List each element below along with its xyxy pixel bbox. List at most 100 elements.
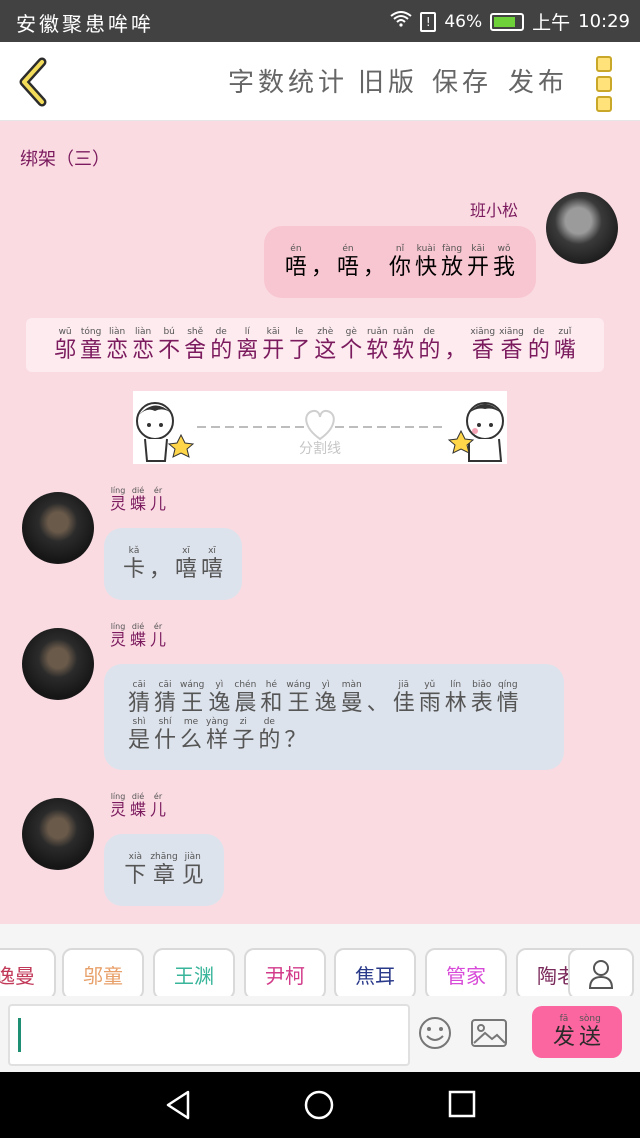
role-chip[interactable]: 尹柯 — [244, 948, 326, 1000]
chapter-title: 绑架（三） — [20, 149, 110, 170]
ruby-char: de 的 — [210, 326, 233, 363]
ruby-char: le 了 — [288, 326, 311, 363]
ruby-char: líng 灵 — [110, 622, 127, 649]
ruby-char: biǎo 表 — [470, 680, 493, 716]
battery-icon — [490, 12, 525, 31]
avatar[interactable] — [546, 192, 618, 264]
ruby-char: shí 什 — [154, 717, 177, 753]
message-input[interactable] — [8, 1004, 410, 1066]
ruby-char: én 唔 — [336, 243, 359, 280]
ruby-char: kǎ 卡 — [122, 545, 145, 582]
ruby-char: cāi 猜 — [154, 680, 177, 716]
ruby-char: zhāng 章 — [150, 851, 178, 888]
narration-message[interactable]: wū 邬 tóng 童 liàn 恋 liàn 恋 bú 不 shě 舍 de 的 lí 离 kāi 开 le 了 zh… — [26, 318, 604, 372]
role-chip[interactable]: 逸曼 — [0, 948, 56, 1000]
ruby-char: de 的 — [258, 717, 281, 753]
incoming-sender-name: líng 灵 dié 蝶 ér 儿 — [108, 792, 168, 819]
avatar[interactable] — [22, 492, 94, 564]
wifi-icon — [390, 11, 412, 32]
nav-home-button[interactable] — [304, 1090, 334, 1124]
nav-back-button[interactable] — [164, 1090, 192, 1124]
ruby-char: dié 蝶 — [130, 622, 147, 649]
word-count-button[interactable]: 字数统计 — [228, 62, 348, 99]
ruby-char: zhè 这 — [314, 326, 337, 363]
incoming-message[interactable]: cāi 猜 cāi 猜 wáng 王 yì 逸 chén 晨 hé 和 wáng 王 yì 逸 màn 曼 、 ji… — [104, 664, 564, 770]
ruby-char: shě 舍 — [184, 326, 207, 363]
nav-recents-button[interactable] — [448, 1090, 476, 1122]
ruby-char: xī 嘻 — [201, 545, 224, 582]
role-switch-button[interactable] — [568, 948, 634, 1000]
ruby-char: qíng 情 — [496, 680, 519, 716]
time-period: 上午 — [532, 12, 571, 34]
input-bar: fā 发 sòng 送 — [0, 996, 640, 1072]
ruby-char: xī 嘻 — [175, 545, 198, 582]
ruby-char: kuài 快 — [415, 243, 438, 280]
role-chip[interactable]: 邬童 — [62, 948, 144, 1000]
incoming-sender-name: líng 灵 dié 蝶 ér 儿 — [108, 622, 168, 649]
outgoing-sender-name: 班小松 — [470, 201, 519, 220]
save-button[interactable]: 保存 — [432, 62, 492, 99]
role-chips-bar: 逸曼 邬童 王渊 尹柯 焦耳 管家 陶老 — [0, 924, 640, 1000]
ruby-char: wáng 王 — [180, 680, 205, 716]
more-icon — [592, 56, 616, 112]
ruby-char: màn 曼 — [340, 680, 363, 716]
status-bar: 安徽聚患哞哞 ! 46% 上午 10:29 — [0, 0, 640, 42]
ruby-char: de 的 — [418, 326, 441, 363]
ruby-char: yì 逸 — [208, 680, 231, 716]
ruby-char: chén 晨 — [234, 680, 257, 716]
ruby-char: gè 个 — [340, 326, 363, 363]
more-menu-button[interactable] — [592, 56, 616, 112]
incoming-message[interactable]: kǎ 卡 ， xī 嘻 xī 嘻 — [104, 528, 242, 600]
message-text: én 唔 ， én 唔 ， nǐ 你 kuài 快 fàng 放 kāi 开 wǒ 我 — [283, 244, 517, 281]
ruby-char: ， — [444, 337, 467, 363]
ruby-char: me 么 — [180, 717, 203, 753]
send-button-label: fā 发 sòng 送 — [551, 1014, 603, 1051]
incoming-message[interactable]: xià 下 zhāng 章 jiàn 见 — [104, 834, 224, 906]
publish-button[interactable]: 发布 — [508, 62, 568, 99]
ruby-char: ， — [362, 254, 385, 280]
ruby-char: jiā 佳 — [392, 680, 415, 716]
chip-label: 邬童 — [83, 963, 123, 988]
ruby-char: bú 不 — [158, 326, 181, 363]
divider-label: 分割线 — [299, 440, 341, 457]
ruby-char: de 的 — [527, 326, 550, 363]
chip-label: 逸曼 — [0, 963, 35, 988]
ruby-char: wáng 王 — [286, 680, 311, 716]
avatar[interactable] — [22, 798, 94, 870]
role-chip[interactable]: 管家 — [425, 948, 507, 1000]
divider-illustration: 分割线 — [136, 402, 504, 462]
ruby-char: 、 — [366, 691, 389, 716]
old-version-button[interactable]: 旧版 — [358, 62, 418, 99]
ruby-char: fā 发 — [552, 1013, 575, 1050]
image-button[interactable] — [470, 1018, 508, 1048]
divider-image: 分割线 — [133, 391, 507, 464]
avatar[interactable] — [22, 628, 94, 700]
ruby-char: liàn 恋 — [132, 326, 155, 363]
clock: 10:29 — [578, 11, 630, 32]
ruby-char: ruǎn 软 — [392, 326, 415, 363]
narration-text: wū 邬 tóng 童 liàn 恋 liàn 恋 bú 不 shě 舍 de 的 lí 离 kāi 开 le 了 zh… — [52, 327, 578, 364]
square-recents-icon — [448, 1090, 476, 1118]
emoji-icon — [419, 1017, 451, 1049]
ruby-char: yàng 样 — [206, 717, 229, 753]
chip-label: 尹柯 — [265, 963, 305, 988]
role-chip[interactable]: 王渊 — [153, 948, 235, 1000]
ruby-char: ， — [310, 254, 333, 280]
person-icon — [588, 960, 614, 989]
emoji-button[interactable] — [418, 1016, 452, 1050]
back-button[interactable] — [10, 52, 60, 112]
ruby-char: ér 儿 — [150, 622, 167, 649]
outgoing-message[interactable]: én 唔 ， én 唔 ， nǐ 你 kuài 快 fàng 放 kāi 开 wǒ 我 — [264, 226, 536, 298]
ruby-char: fàng 放 — [441, 243, 464, 280]
navigation-bar — [0, 1072, 640, 1138]
ruby-char: ér 儿 — [150, 486, 167, 513]
message-text: shì 是 shí 什 me 么 yàng 样 zi 子 de 的 ？ — [126, 717, 564, 754]
send-button[interactable]: fā 发 sòng 送 — [532, 1006, 622, 1058]
image-icon — [471, 1019, 507, 1047]
ruby-char: én 唔 — [284, 243, 307, 280]
ruby-char: líng 灵 — [110, 792, 127, 819]
ruby-char: sòng 送 — [579, 1013, 602, 1050]
ruby-char: xiāng 香 — [499, 326, 524, 363]
ruby-char: dié 蝶 — [130, 792, 147, 819]
role-chip[interactable]: 焦耳 — [334, 948, 416, 1000]
